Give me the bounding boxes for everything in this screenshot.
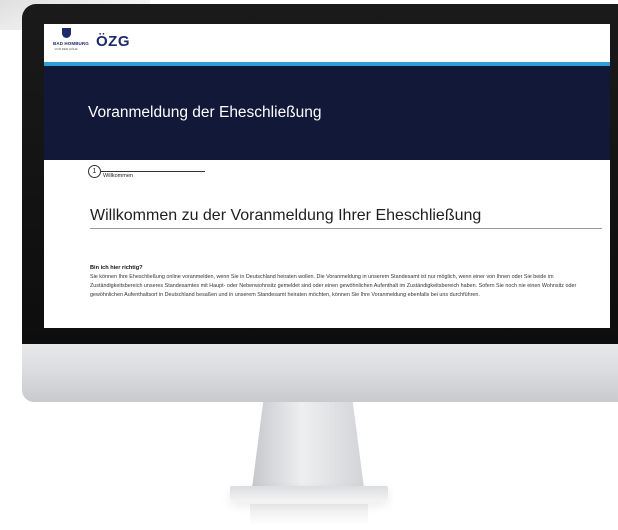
hero-banner: Voranmeldung der Eheschließung: [44, 66, 610, 160]
step-divider: [101, 171, 205, 172]
stand-reflection: [250, 504, 368, 526]
bad-homburg-logo[interactable]: BAD HOMBURG VOR DER HÖHE: [53, 28, 89, 51]
step-number[interactable]: 1: [88, 165, 101, 178]
progress-stepper: 1 Willkommen: [88, 163, 220, 183]
monitor-stand-neck: [252, 402, 364, 488]
monitor-stand-base: [230, 486, 388, 502]
ozg-logo[interactable]: ÖZG: [96, 33, 130, 50]
site-header: BAD HOMBURG VOR DER HÖHE ÖZG: [44, 24, 610, 66]
welcome-heading: Willkommen zu der Voranmeldung Ihrer Ehe…: [90, 207, 602, 229]
crest-shield-icon: [61, 28, 71, 38]
intro-text: Sie können Ihre Eheschließung online vor…: [90, 274, 577, 298]
logo-title: BAD HOMBURG: [53, 41, 89, 46]
intro-question: Bin ich hier richtig?: [90, 265, 143, 271]
monitor-screen: BAD HOMBURG VOR DER HÖHE ÖZG Voranmeldun…: [44, 24, 610, 328]
logo-subtitle: VOR DER HÖHE: [54, 47, 78, 51]
step-label-willkommen[interactable]: Willkommen: [103, 173, 133, 179]
monitor-chin: [22, 344, 618, 402]
page-title: Voranmeldung der Eheschließung: [88, 104, 322, 121]
